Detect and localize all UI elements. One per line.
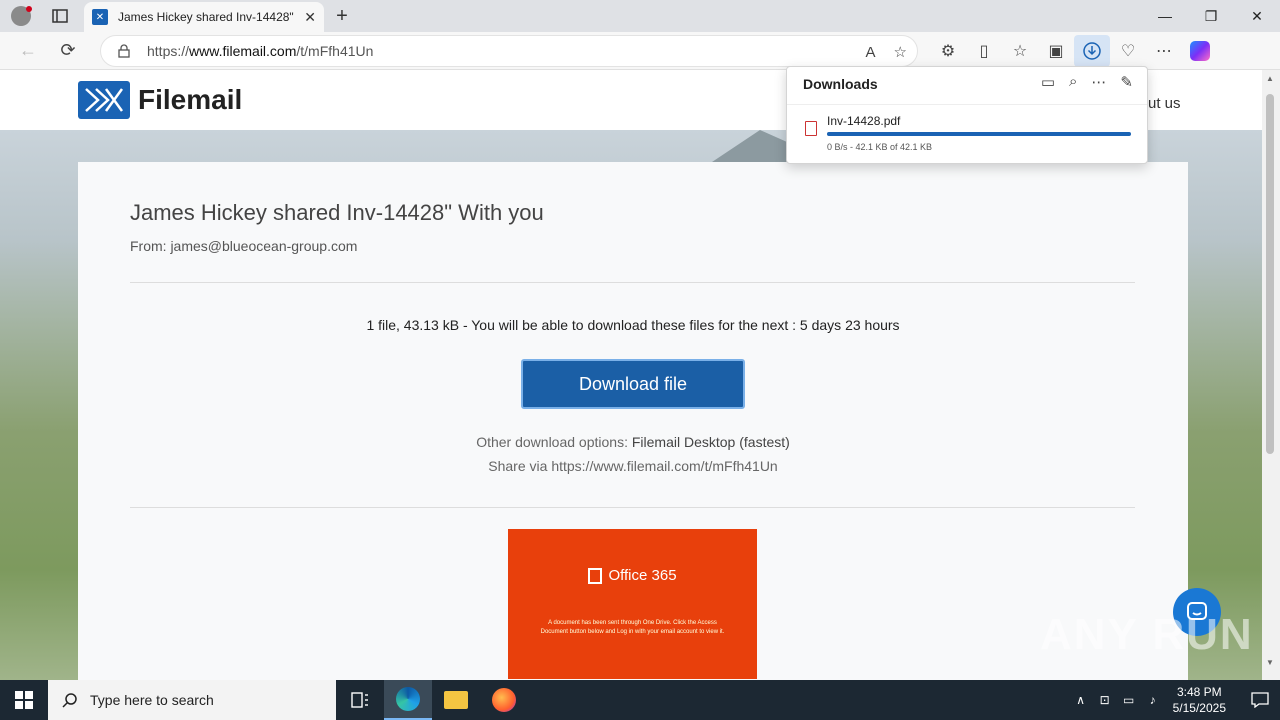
logo-text: Filemail: [138, 84, 243, 115]
new-tab-button[interactable]: +: [330, 4, 354, 28]
office-logo-icon: [588, 568, 603, 585]
download-file-button[interactable]: Download file: [521, 359, 745, 409]
tab-actions-icon: [52, 9, 68, 23]
filemail-desktop-link[interactable]: Filemail Desktop (fastest): [632, 434, 790, 450]
clock-time: 3:48 PM: [1176, 685, 1222, 699]
start-button[interactable]: [0, 680, 48, 720]
network-icon[interactable]: ▭: [1117, 680, 1141, 720]
clock-date: 5/15/2025: [1172, 701, 1226, 715]
edge-icon: [396, 687, 420, 711]
page-scrollbar[interactable]: ▲ ▼: [1262, 70, 1280, 680]
maximize-button[interactable]: ❐: [1188, 0, 1234, 32]
open-folder-icon[interactable]: ▭: [1041, 73, 1055, 91]
read-aloud-icon[interactable]: A: [866, 44, 876, 61]
anyrun-watermark: ANY RUN: [1040, 610, 1254, 659]
office365-message: A document has been sent through One Dri…: [540, 620, 725, 635]
download-progress-bar: [827, 132, 1131, 136]
show-hidden-icons-icon[interactable]: ∧: [1069, 680, 1093, 720]
taskbar-search[interactable]: Type here to search: [48, 680, 336, 720]
browser-toolbar: ← ⟳ https://www.filemail.com/t/mFfh41Un …: [0, 32, 1280, 70]
minimize-button[interactable]: —: [1142, 0, 1188, 32]
toolbar-icons: ⚙ ▯ ☆ ▣ ♡ ⋯: [930, 35, 1218, 67]
task-view-icon: [351, 692, 368, 708]
about-us-link[interactable]: ut us: [1148, 95, 1181, 112]
search-placeholder: Type here to search: [90, 692, 214, 708]
office365-banner[interactable]: Office 365 A document has been sent thro…: [508, 529, 757, 679]
folder-icon: [444, 691, 468, 709]
favorite-star-icon[interactable]: ☆: [894, 43, 907, 61]
usb-device-icon[interactable]: ⊡: [1093, 680, 1117, 720]
sender-email: From: james@blueocean-group.com: [130, 238, 358, 254]
share-link[interactable]: https://www.filemail.com/t/mFfh41Un: [551, 458, 777, 474]
filemail-logo-icon: [78, 81, 130, 119]
tab-actions-button[interactable]: [46, 2, 74, 30]
downloads-panel: Downloads ▭ ⌕ ⋯ ✎ Inv-14428.pdf 0 B/s - …: [786, 66, 1148, 164]
file-info: 1 file, 43.13 kB - You will be able to d…: [366, 317, 900, 333]
download-arrow-icon: [1083, 42, 1101, 60]
url-text: https://www.filemail.com/t/mFfh41Un: [147, 43, 374, 59]
share-link-row: Share via https://www.filemail.com/t/mFf…: [488, 458, 778, 474]
clock[interactable]: 3:48 PM 5/15/2025: [1173, 684, 1226, 716]
filemail-favicon-icon: ✕: [92, 9, 108, 25]
lock-icon: [118, 44, 130, 58]
collections-icon[interactable]: ▣: [1038, 35, 1074, 67]
download-file-name: Inv-14428.pdf: [827, 114, 901, 128]
profile-notification-dot: [26, 6, 32, 12]
scrollbar-thumb[interactable]: [1266, 94, 1274, 454]
favorites-icon[interactable]: ☆: [1002, 35, 1038, 67]
divider: [130, 507, 1135, 508]
other-download-options: Other download options: Filemail Desktop…: [476, 434, 790, 450]
browser-essentials-icon[interactable]: ♡: [1110, 35, 1146, 67]
window-controls: — ❐ ✕: [1142, 0, 1280, 32]
copilot-icon[interactable]: [1182, 35, 1218, 67]
share-card: James Hickey shared Inv-14428" With you …: [78, 162, 1188, 680]
downloads-title: Downloads: [803, 76, 878, 92]
taskbar-firefox[interactable]: [480, 680, 528, 720]
split-screen-icon[interactable]: ▯: [966, 35, 1002, 67]
address-bar-actions: A ☆: [866, 36, 907, 68]
settings-more-icon[interactable]: ⋯: [1146, 35, 1182, 67]
windows-taskbar: Type here to search ∧ ⊡ ▭ ♪ 3:48 PM 5/15…: [0, 680, 1280, 720]
tab-strip: ✕ James Hickey shared Inv-14428" ✕ + — ❐…: [0, 0, 1280, 32]
office365-title: Office 365: [508, 567, 757, 585]
windows-logo-icon: [15, 691, 33, 709]
more-options-icon[interactable]: ⋯: [1091, 73, 1106, 91]
refresh-button[interactable]: ⟳: [52, 35, 84, 67]
notification-icon: [1251, 692, 1269, 708]
pdf-file-icon: [805, 121, 817, 136]
filemail-logo[interactable]: Filemail: [78, 81, 242, 119]
search-icon[interactable]: ⌕: [1069, 73, 1077, 91]
scroll-up-icon[interactable]: ▲: [1266, 74, 1274, 83]
profile-button[interactable]: [6, 1, 36, 31]
downloads-icon[interactable]: [1074, 35, 1110, 67]
scroll-down-icon[interactable]: ▼: [1266, 658, 1274, 667]
page-title: James Hickey shared Inv-14428" With you: [130, 200, 544, 225]
address-bar[interactable]: https://www.filemail.com/t/mFfh41Un A ☆: [100, 35, 918, 67]
notification-center-button[interactable]: [1240, 680, 1280, 720]
extensions-icon[interactable]: ⚙: [930, 35, 966, 67]
close-window-button[interactable]: ✕: [1234, 0, 1280, 32]
divider: [130, 282, 1135, 283]
firefox-icon: [492, 688, 516, 712]
tab-close-icon[interactable]: ✕: [304, 9, 316, 26]
task-view-button[interactable]: [336, 680, 384, 720]
system-tray: ∧ ⊡ ▭ ♪ 3:48 PM 5/15/2025: [1069, 680, 1280, 720]
tab-title: James Hickey shared Inv-14428": [118, 10, 294, 24]
pin-icon[interactable]: ✎: [1120, 73, 1133, 91]
search-icon: [62, 693, 77, 708]
tab-filemail[interactable]: ✕ James Hickey shared Inv-14428" ✕: [84, 2, 324, 32]
taskbar-edge[interactable]: [384, 680, 432, 720]
downloads-actions: ▭ ⌕ ⋯ ✎: [1041, 73, 1133, 91]
volume-icon[interactable]: ♪: [1141, 680, 1165, 720]
back-button[interactable]: ←: [12, 35, 44, 67]
download-item[interactable]: Inv-14428.pdf 0 B/s - 42.1 KB of 42.1 KB: [787, 104, 1147, 164]
taskbar-file-explorer[interactable]: [432, 680, 480, 720]
download-progress-text: 0 B/s - 42.1 KB of 42.1 KB: [827, 142, 933, 152]
